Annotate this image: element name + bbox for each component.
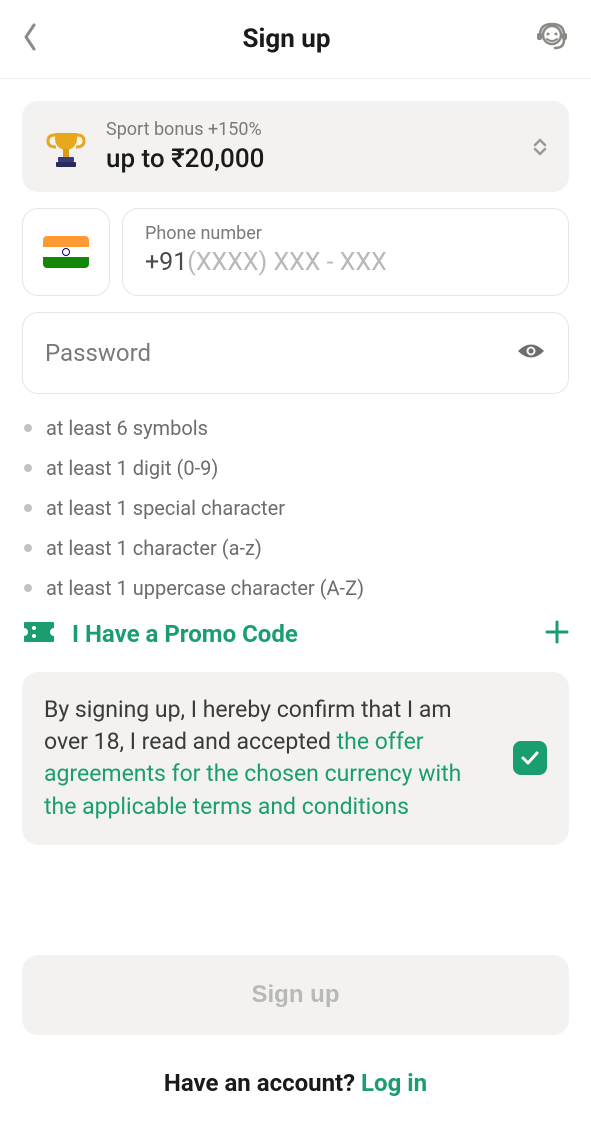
plus-icon (545, 620, 569, 648)
password-rules: at least 6 symbols at least 1 digit (0-9… (22, 416, 569, 600)
bonus-text: Sport bonus +150% up to ₹20,000 (106, 119, 264, 174)
ticket-icon (22, 620, 56, 648)
login-link[interactable]: Log in (361, 1069, 427, 1097)
promo-toggle[interactable]: I Have a Promo Code (22, 620, 569, 648)
bonus-selector[interactable]: Sport bonus +150% up to ₹20,000 (22, 101, 569, 192)
password-placeholder: Password (45, 339, 151, 367)
login-prefix: Have an account? (164, 1069, 361, 1097)
phone-code: +91 (145, 248, 187, 277)
bullet-icon (24, 544, 32, 552)
rule-text: at least 6 symbols (46, 416, 208, 440)
login-line: Have an account? Log in (22, 1069, 569, 1097)
rule-text: at least 1 uppercase character (A-Z) (46, 576, 364, 600)
expand-icon (533, 137, 547, 157)
flag-india-icon (43, 236, 89, 268)
terms-checkbox[interactable] (513, 741, 547, 775)
eye-icon (516, 340, 546, 362)
terms-box: By signing up, I hereby confirm that I a… (22, 672, 569, 845)
password-input[interactable]: Password (22, 312, 569, 394)
bullet-icon (24, 584, 32, 592)
chevron-left-icon (22, 23, 38, 51)
terms-text: By signing up, I hereby confirm that I a… (44, 694, 495, 823)
content: Sport bonus +150% up to ₹20,000 Phone nu… (0, 79, 591, 1119)
back-button[interactable] (22, 23, 38, 55)
rule-item: at least 1 digit (0-9) (22, 456, 569, 480)
chevron-down-icon (533, 147, 547, 157)
rule-text: at least 1 digit (0-9) (46, 456, 218, 480)
bullet-icon (24, 464, 32, 472)
phone-value: +91(XXXX) XXX - XXX (145, 248, 546, 277)
page-title: Sign up (243, 24, 331, 54)
rule-item: at least 1 special character (22, 496, 569, 520)
support-button[interactable] (535, 20, 569, 58)
phone-row: Phone number +91(XXXX) XXX - XXX (22, 208, 569, 296)
country-selector[interactable] (22, 208, 110, 296)
chevron-up-icon (533, 137, 547, 147)
toggle-password-button[interactable] (516, 340, 546, 366)
phone-input[interactable]: Phone number +91(XXXX) XXX - XXX (122, 208, 569, 296)
phone-mask: (XXXX) XXX - XXX (187, 248, 387, 277)
headset-icon (535, 20, 569, 54)
rule-item: at least 6 symbols (22, 416, 569, 440)
promo-text: I Have a Promo Code (72, 620, 298, 648)
bullet-icon (24, 504, 32, 512)
bonus-amount: up to ₹20,000 (106, 144, 264, 174)
promo-left: I Have a Promo Code (22, 620, 298, 648)
rule-item: at least 1 uppercase character (A-Z) (22, 576, 569, 600)
rule-item: at least 1 character (a-z) (22, 536, 569, 560)
trophy-icon (44, 125, 88, 169)
page-header: Sign up (0, 0, 591, 79)
signup-button[interactable]: Sign up (22, 955, 569, 1035)
check-icon (520, 750, 540, 766)
phone-label: Phone number (145, 223, 546, 244)
rule-text: at least 1 special character (46, 496, 285, 520)
bullet-icon (24, 424, 32, 432)
rule-text: at least 1 character (a-z) (46, 536, 262, 560)
bonus-subtitle: Sport bonus +150% (106, 119, 264, 140)
